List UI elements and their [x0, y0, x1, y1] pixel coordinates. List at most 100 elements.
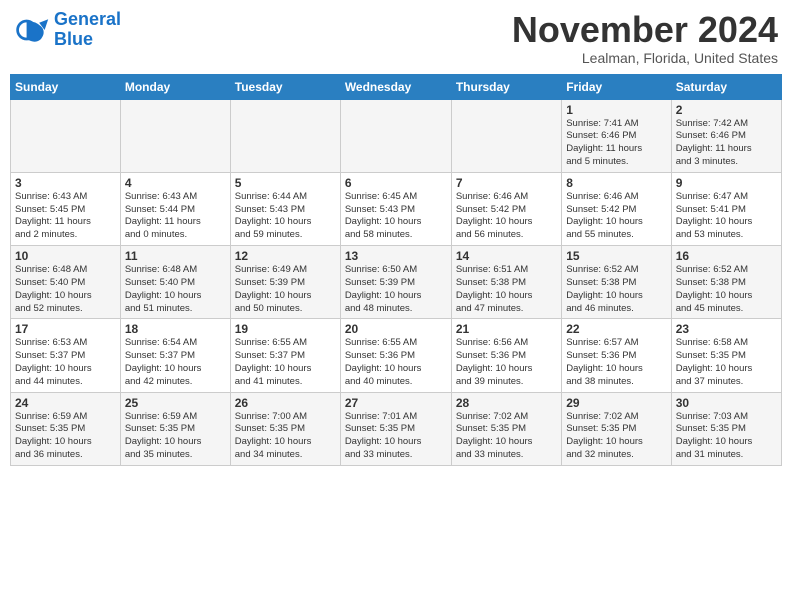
calendar-cell: 15Sunrise: 6:52 AM Sunset: 5:38 PM Dayli…	[562, 246, 671, 319]
day-info: Sunrise: 7:00 AM Sunset: 5:35 PM Dayligh…	[235, 411, 336, 462]
day-number: 11	[125, 249, 226, 263]
calendar-cell: 30Sunrise: 7:03 AM Sunset: 5:35 PM Dayli…	[671, 392, 781, 465]
day-info: Sunrise: 6:59 AM Sunset: 5:35 PM Dayligh…	[15, 411, 116, 462]
day-number: 17	[15, 322, 116, 336]
calendar-cell: 23Sunrise: 6:58 AM Sunset: 5:35 PM Dayli…	[671, 319, 781, 392]
day-number: 2	[676, 103, 777, 117]
day-number: 29	[566, 396, 666, 410]
day-info: Sunrise: 6:58 AM Sunset: 5:35 PM Dayligh…	[676, 337, 777, 388]
location-subtitle: Lealman, Florida, United States	[512, 50, 778, 66]
day-info: Sunrise: 6:45 AM Sunset: 5:43 PM Dayligh…	[345, 191, 447, 242]
calendar-week-row: 24Sunrise: 6:59 AM Sunset: 5:35 PM Dayli…	[11, 392, 782, 465]
day-number: 26	[235, 396, 336, 410]
month-title: November 2024	[512, 10, 778, 50]
calendar-cell: 5Sunrise: 6:44 AM Sunset: 5:43 PM Daylig…	[230, 172, 340, 245]
calendar-cell: 21Sunrise: 6:56 AM Sunset: 5:36 PM Dayli…	[451, 319, 561, 392]
calendar-cell	[11, 99, 121, 172]
calendar-cell: 20Sunrise: 6:55 AM Sunset: 5:36 PM Dayli…	[340, 319, 451, 392]
calendar-cell: 28Sunrise: 7:02 AM Sunset: 5:35 PM Dayli…	[451, 392, 561, 465]
day-info: Sunrise: 6:50 AM Sunset: 5:39 PM Dayligh…	[345, 264, 447, 315]
calendar-cell	[340, 99, 451, 172]
day-info: Sunrise: 7:41 AM Sunset: 6:46 PM Dayligh…	[566, 118, 666, 169]
weekday-header-row: SundayMondayTuesdayWednesdayThursdayFrid…	[11, 74, 782, 99]
day-info: Sunrise: 6:56 AM Sunset: 5:36 PM Dayligh…	[456, 337, 557, 388]
logo-icon	[14, 12, 50, 48]
calendar-cell	[230, 99, 340, 172]
day-number: 24	[15, 396, 116, 410]
day-info: Sunrise: 6:55 AM Sunset: 5:37 PM Dayligh…	[235, 337, 336, 388]
calendar-cell: 16Sunrise: 6:52 AM Sunset: 5:38 PM Dayli…	[671, 246, 781, 319]
day-info: Sunrise: 6:48 AM Sunset: 5:40 PM Dayligh…	[125, 264, 226, 315]
calendar-cell: 4Sunrise: 6:43 AM Sunset: 5:44 PM Daylig…	[120, 172, 230, 245]
page-header: General Blue November 2024 Lealman, Flor…	[10, 10, 782, 66]
day-number: 22	[566, 322, 666, 336]
calendar-cell: 25Sunrise: 6:59 AM Sunset: 5:35 PM Dayli…	[120, 392, 230, 465]
calendar-cell: 1Sunrise: 7:41 AM Sunset: 6:46 PM Daylig…	[562, 99, 671, 172]
calendar-table: SundayMondayTuesdayWednesdayThursdayFrid…	[10, 74, 782, 466]
day-number: 27	[345, 396, 447, 410]
calendar-week-row: 10Sunrise: 6:48 AM Sunset: 5:40 PM Dayli…	[11, 246, 782, 319]
day-number: 1	[566, 103, 666, 117]
day-number: 15	[566, 249, 666, 263]
day-number: 10	[15, 249, 116, 263]
weekday-header: Thursday	[451, 74, 561, 99]
calendar-cell: 11Sunrise: 6:48 AM Sunset: 5:40 PM Dayli…	[120, 246, 230, 319]
calendar-cell: 10Sunrise: 6:48 AM Sunset: 5:40 PM Dayli…	[11, 246, 121, 319]
logo-text: General Blue	[54, 10, 121, 50]
calendar-week-row: 3Sunrise: 6:43 AM Sunset: 5:45 PM Daylig…	[11, 172, 782, 245]
day-number: 13	[345, 249, 447, 263]
day-info: Sunrise: 6:43 AM Sunset: 5:44 PM Dayligh…	[125, 191, 226, 242]
day-number: 18	[125, 322, 226, 336]
day-info: Sunrise: 7:02 AM Sunset: 5:35 PM Dayligh…	[456, 411, 557, 462]
calendar-cell: 26Sunrise: 7:00 AM Sunset: 5:35 PM Dayli…	[230, 392, 340, 465]
calendar-cell	[120, 99, 230, 172]
day-number: 21	[456, 322, 557, 336]
calendar-cell: 17Sunrise: 6:53 AM Sunset: 5:37 PM Dayli…	[11, 319, 121, 392]
calendar-cell: 27Sunrise: 7:01 AM Sunset: 5:35 PM Dayli…	[340, 392, 451, 465]
weekday-header: Tuesday	[230, 74, 340, 99]
day-number: 14	[456, 249, 557, 263]
calendar-cell: 3Sunrise: 6:43 AM Sunset: 5:45 PM Daylig…	[11, 172, 121, 245]
calendar-cell: 8Sunrise: 6:46 AM Sunset: 5:42 PM Daylig…	[562, 172, 671, 245]
day-number: 12	[235, 249, 336, 263]
day-number: 28	[456, 396, 557, 410]
day-number: 5	[235, 176, 336, 190]
day-info: Sunrise: 7:02 AM Sunset: 5:35 PM Dayligh…	[566, 411, 666, 462]
calendar-cell: 14Sunrise: 6:51 AM Sunset: 5:38 PM Dayli…	[451, 246, 561, 319]
calendar-cell: 24Sunrise: 6:59 AM Sunset: 5:35 PM Dayli…	[11, 392, 121, 465]
day-number: 7	[456, 176, 557, 190]
weekday-header: Wednesday	[340, 74, 451, 99]
day-number: 4	[125, 176, 226, 190]
day-info: Sunrise: 6:44 AM Sunset: 5:43 PM Dayligh…	[235, 191, 336, 242]
day-number: 19	[235, 322, 336, 336]
calendar-cell: 2Sunrise: 7:42 AM Sunset: 6:46 PM Daylig…	[671, 99, 781, 172]
day-info: Sunrise: 6:49 AM Sunset: 5:39 PM Dayligh…	[235, 264, 336, 315]
day-info: Sunrise: 7:42 AM Sunset: 6:46 PM Dayligh…	[676, 118, 777, 169]
calendar-cell: 13Sunrise: 6:50 AM Sunset: 5:39 PM Dayli…	[340, 246, 451, 319]
calendar-cell: 7Sunrise: 6:46 AM Sunset: 5:42 PM Daylig…	[451, 172, 561, 245]
calendar-cell: 9Sunrise: 6:47 AM Sunset: 5:41 PM Daylig…	[671, 172, 781, 245]
day-number: 25	[125, 396, 226, 410]
logo: General Blue	[14, 10, 121, 50]
calendar-cell	[451, 99, 561, 172]
weekday-header: Monday	[120, 74, 230, 99]
calendar-cell: 6Sunrise: 6:45 AM Sunset: 5:43 PM Daylig…	[340, 172, 451, 245]
calendar-cell: 18Sunrise: 6:54 AM Sunset: 5:37 PM Dayli…	[120, 319, 230, 392]
day-number: 3	[15, 176, 116, 190]
day-info: Sunrise: 6:48 AM Sunset: 5:40 PM Dayligh…	[15, 264, 116, 315]
day-number: 6	[345, 176, 447, 190]
weekday-header: Saturday	[671, 74, 781, 99]
day-info: Sunrise: 6:53 AM Sunset: 5:37 PM Dayligh…	[15, 337, 116, 388]
day-info: Sunrise: 7:03 AM Sunset: 5:35 PM Dayligh…	[676, 411, 777, 462]
day-info: Sunrise: 6:52 AM Sunset: 5:38 PM Dayligh…	[566, 264, 666, 315]
day-info: Sunrise: 7:01 AM Sunset: 5:35 PM Dayligh…	[345, 411, 447, 462]
day-info: Sunrise: 6:47 AM Sunset: 5:41 PM Dayligh…	[676, 191, 777, 242]
day-number: 30	[676, 396, 777, 410]
calendar-week-row: 17Sunrise: 6:53 AM Sunset: 5:37 PM Dayli…	[11, 319, 782, 392]
day-info: Sunrise: 6:54 AM Sunset: 5:37 PM Dayligh…	[125, 337, 226, 388]
day-info: Sunrise: 6:46 AM Sunset: 5:42 PM Dayligh…	[456, 191, 557, 242]
day-number: 20	[345, 322, 447, 336]
calendar-cell: 12Sunrise: 6:49 AM Sunset: 5:39 PM Dayli…	[230, 246, 340, 319]
calendar-week-row: 1Sunrise: 7:41 AM Sunset: 6:46 PM Daylig…	[11, 99, 782, 172]
calendar-cell: 29Sunrise: 7:02 AM Sunset: 5:35 PM Dayli…	[562, 392, 671, 465]
